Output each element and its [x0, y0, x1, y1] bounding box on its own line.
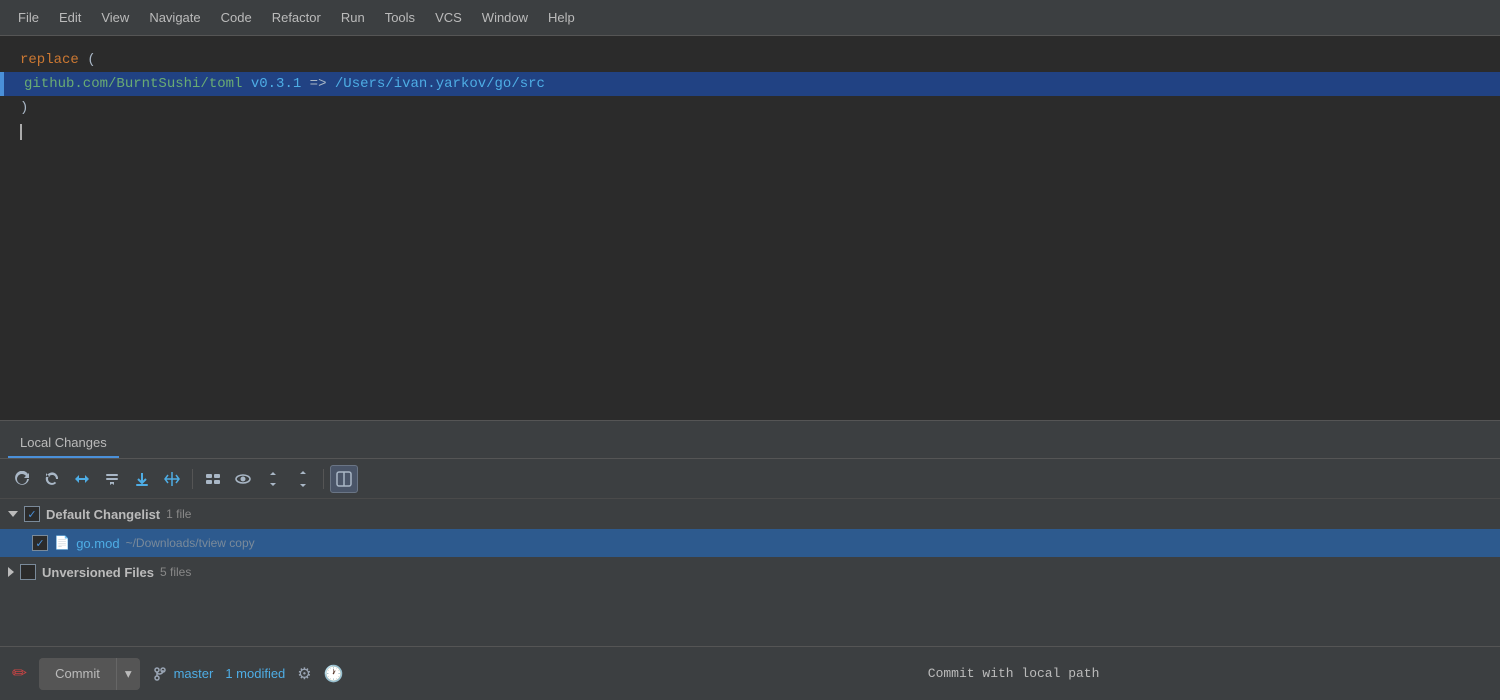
expand-icon	[8, 511, 18, 517]
layout-button[interactable]	[330, 465, 358, 493]
branch-icon	[152, 666, 168, 682]
refresh-button[interactable]	[8, 465, 36, 493]
changelist-checkbox[interactable]: ✓	[24, 506, 40, 522]
menu-code[interactable]: Code	[211, 6, 262, 29]
commit-button[interactable]: Commit	[39, 658, 117, 690]
file-row-gomod[interactable]: ✓ 📄 go.mod ~/Downloads/tview copy	[0, 529, 1500, 557]
text-cursor	[20, 124, 22, 140]
diff-button[interactable]	[68, 465, 96, 493]
unversioned-name: Unversioned Files	[42, 565, 154, 580]
menu-help[interactable]: Help	[538, 6, 585, 29]
menu-tools[interactable]: Tools	[375, 6, 425, 29]
update-button[interactable]	[128, 465, 156, 493]
settings-icon[interactable]: ⚙	[297, 664, 311, 684]
file-name: go.mod	[76, 536, 119, 551]
keyword-replace: replace	[20, 52, 79, 68]
code-line-3: )	[0, 96, 1500, 120]
history-icon[interactable]: 🕐	[324, 664, 344, 684]
group-button[interactable]	[199, 465, 227, 493]
commit-button-group: Commit ▾	[39, 658, 139, 690]
menu-file[interactable]: File	[8, 6, 49, 29]
bottom-bar: ✏ Commit ▾ master 1 modified ⚙ 🕐 Commit …	[0, 646, 1500, 700]
move-button[interactable]	[158, 465, 186, 493]
toolbar-separator-2	[323, 469, 324, 489]
unversioned-files-header[interactable]: Unversioned Files 5 files	[0, 557, 1500, 587]
pencil-icon[interactable]: ✏	[12, 663, 27, 684]
menu-run[interactable]: Run	[331, 6, 375, 29]
local-changes-panel: Local Changes	[0, 420, 1500, 700]
shelf-button[interactable]	[98, 465, 126, 493]
changelist-tree[interactable]: ✓ Default Changelist 1 file ✓ 📄 go.mod ~…	[0, 499, 1500, 646]
changelist-name: Default Changelist	[46, 507, 160, 522]
collapsed-icon	[8, 567, 14, 577]
panel-tab-bar: Local Changes	[0, 421, 1500, 459]
code-line-4	[0, 120, 1500, 144]
menu-vcs[interactable]: VCS	[425, 6, 472, 29]
expand-all-button[interactable]	[259, 465, 287, 493]
dropdown-arrow-icon: ▾	[125, 666, 132, 682]
status-text: Commit with local path	[928, 666, 1488, 681]
menu-view[interactable]: View	[91, 6, 139, 29]
code-editor[interactable]: replace ( github.com/BurntSushi/toml v0.…	[0, 36, 1500, 420]
code-line-2: github.com/BurntSushi/toml v0.3.1 => /Us…	[0, 72, 1500, 96]
menu-refactor[interactable]: Refactor	[262, 6, 331, 29]
panel-toolbar	[0, 459, 1500, 499]
file-checkbox[interactable]: ✓	[32, 535, 48, 551]
unversioned-count: 5 files	[160, 565, 191, 579]
local-changes-tab[interactable]: Local Changes	[8, 429, 119, 458]
menu-bar: File Edit View Navigate Code Refactor Ru…	[0, 0, 1500, 36]
file-path: ~/Downloads/tview copy	[126, 536, 255, 550]
unversioned-checkbox[interactable]	[20, 564, 36, 580]
changelist-count: 1 file	[166, 507, 191, 521]
code-path: /Users/ivan.yarkov/go/src	[335, 76, 545, 92]
eye-button[interactable]	[229, 465, 257, 493]
file-type-icon: 📄	[54, 535, 70, 551]
collapse-all-button[interactable]	[289, 465, 317, 493]
modified-count: 1 modified	[225, 666, 285, 681]
code-package: github.com/BurntSushi/toml	[24, 76, 251, 92]
menu-edit[interactable]: Edit	[49, 6, 91, 29]
menu-navigate[interactable]: Navigate	[139, 6, 210, 29]
branch-info: master	[152, 666, 214, 682]
branch-name: master	[174, 666, 214, 681]
code-line-1: replace (	[0, 48, 1500, 72]
commit-dropdown-button[interactable]: ▾	[117, 658, 140, 690]
code-version: v0.3.1	[251, 76, 301, 92]
rollback-button[interactable]	[38, 465, 66, 493]
default-changelist-header[interactable]: ✓ Default Changelist 1 file	[0, 499, 1500, 529]
toolbar-separator-1	[192, 469, 193, 489]
menu-window[interactable]: Window	[472, 6, 538, 29]
